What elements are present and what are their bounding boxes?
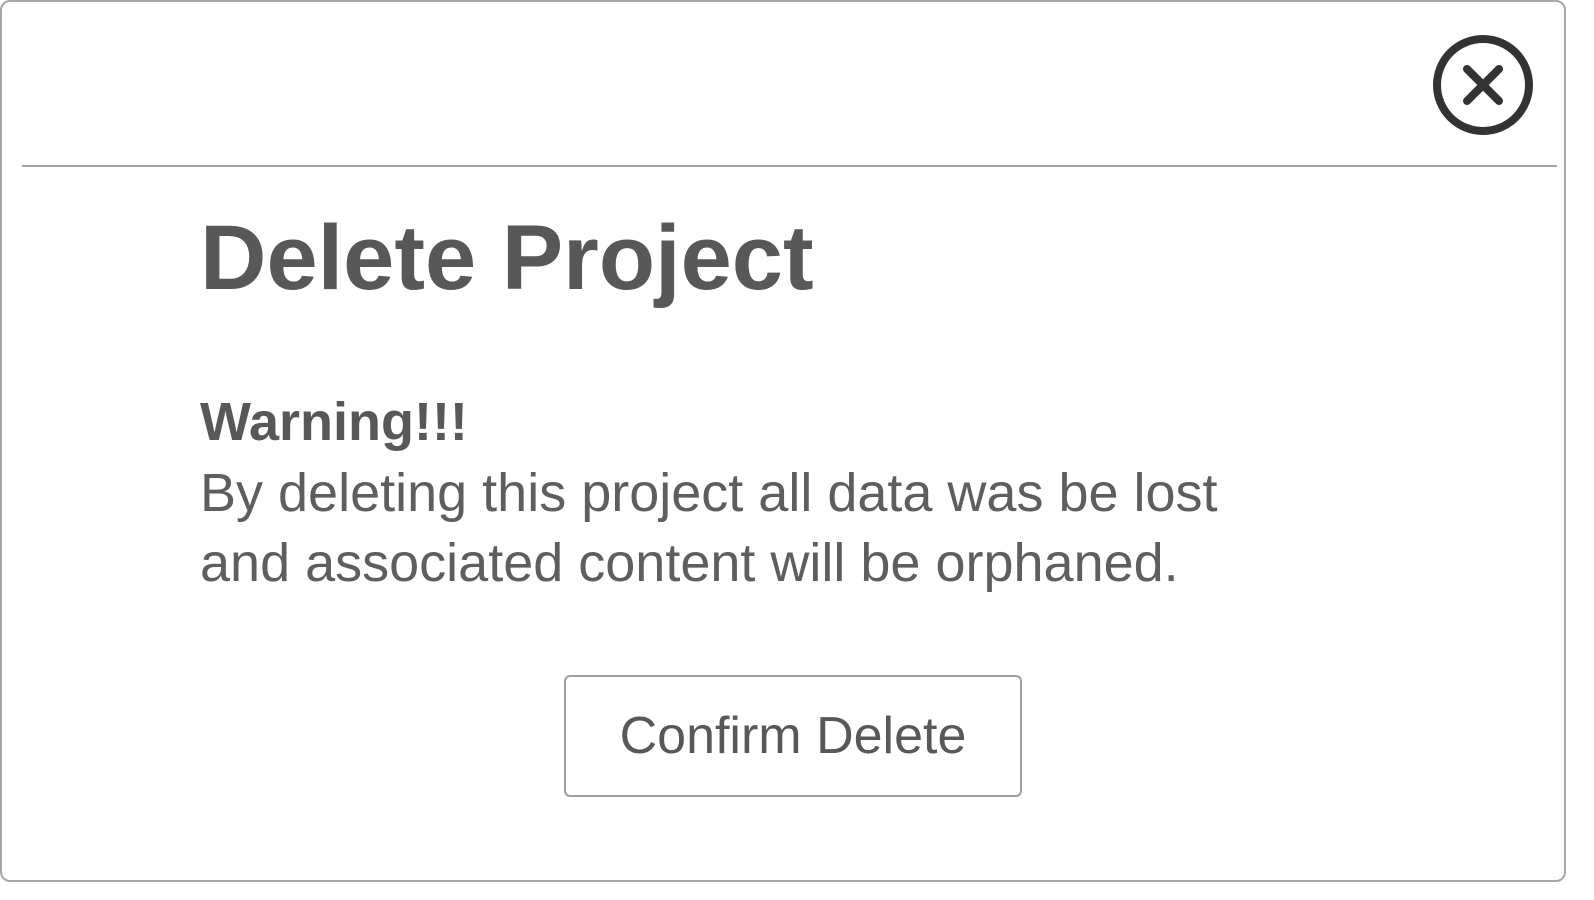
warning-line-2: and associated content will be orphaned. bbox=[200, 533, 1179, 593]
warning-line-1: By deleting this project all data was be… bbox=[200, 463, 1218, 523]
close-button[interactable] bbox=[1431, 33, 1535, 137]
close-circle-icon bbox=[1433, 35, 1533, 135]
dialog-header bbox=[22, 2, 1557, 167]
dialog-title: Delete Project bbox=[200, 207, 814, 309]
confirm-delete-button[interactable]: Confirm Delete bbox=[564, 675, 1022, 797]
warning-message: By deleting this project all data was be… bbox=[200, 458, 1400, 598]
warning-heading: Warning!!! bbox=[200, 392, 468, 452]
delete-project-dialog: Delete Project Warning!!! By deleting th… bbox=[0, 0, 1566, 882]
